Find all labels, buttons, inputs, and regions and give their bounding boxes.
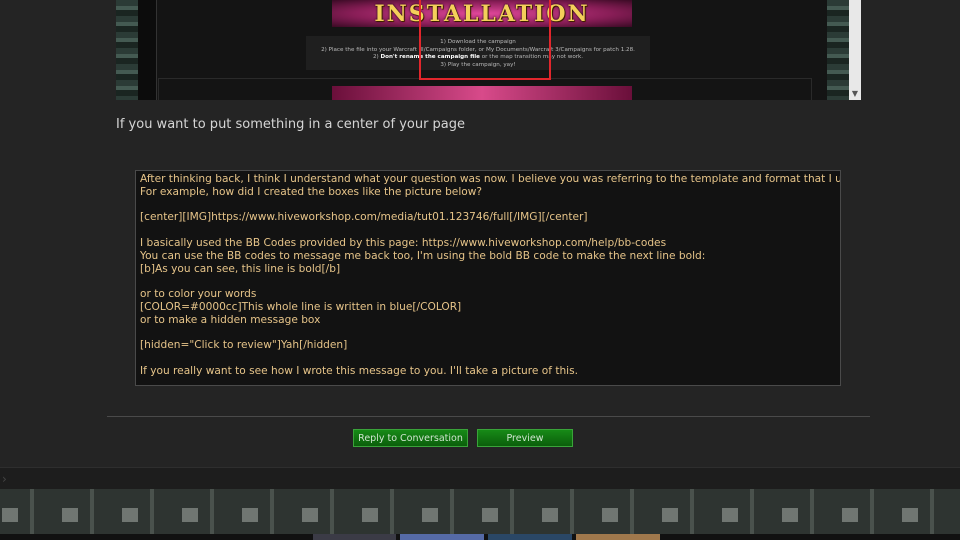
stone-pillar-decoration [827,0,849,100]
embedded-image-preview: INSTALLATION 1) Download the campaign 2)… [116,0,861,100]
editor-line: I basically used the BB Codes provided b… [140,236,667,249]
editor-line: If you really want to see how I wrote th… [140,364,579,377]
footer-thumbnail[interactable] [576,534,660,540]
editor-line: or to make a hidden message box [140,313,321,326]
rivet-decoration [0,508,960,522]
second-banner [332,86,632,100]
editor-line: For example, how did I created the boxes… [140,185,483,198]
section-divider [107,416,870,417]
editor-line: You can use the BB codes to message me b… [140,249,706,262]
editor-line: [COLOR=#0000cc]This whole line is writte… [140,300,462,313]
editor-line: or to color your words [140,288,257,301]
message-editor[interactable]: After thinking back, I think I understan… [135,170,841,386]
footer-thumbnail[interactable] [488,534,572,540]
editor-line: [hidden="Click to review"]Yah[/hidden] [140,339,348,352]
chevron-right-icon[interactable]: › [2,472,7,486]
editor-line: After thinking back, I think I understan… [140,173,841,185]
reply-to-conversation-button[interactable]: Reply to Conversation [353,429,468,447]
preview-button[interactable]: Preview [477,429,573,447]
section-caption: If you want to put something in a center… [116,117,466,132]
bottom-nav-strip: › [0,467,960,491]
editor-line: [center][IMG]https://www.hiveworkshop.co… [140,211,588,224]
image-scrollbar[interactable]: ▼ [849,0,861,100]
footer-thumbnail[interactable] [313,534,396,540]
footer-thumbnail[interactable] [400,534,484,540]
scroll-down-arrow-icon[interactable]: ▼ [851,90,859,98]
highlight-annotation-box [419,0,551,80]
editor-line: [b]As you can see, this line is bold[/b] [140,262,341,275]
stone-pillar-decoration [116,0,138,100]
